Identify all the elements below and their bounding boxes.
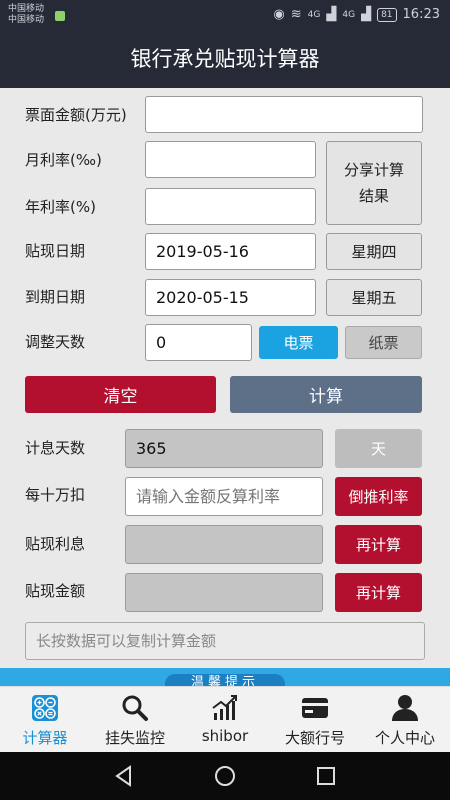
share-result-button[interactable]: 分享计算结果	[326, 141, 422, 225]
discount-weekday-button[interactable]: 星期四	[326, 233, 422, 270]
status-bar: 中国移动 中国移动 ◉ ≋ 4G ▟ 4G ▟ 81 16:23	[0, 0, 450, 30]
tip-banner-label: 温馨提示	[165, 674, 285, 686]
network-badge-2: 4G	[342, 9, 356, 20]
recents-icon[interactable]	[314, 764, 338, 788]
tip-banner[interactable]: 温馨提示	[0, 668, 450, 686]
tab-bank-codes[interactable]: 大额行号	[270, 687, 360, 753]
home-icon[interactable]	[213, 764, 237, 788]
tab-shibor-label: shibor	[201, 727, 249, 745]
back-icon[interactable]	[112, 764, 136, 788]
search-icon	[122, 695, 148, 721]
recalc-interest-button[interactable]: 再计算	[335, 525, 422, 564]
person-icon	[392, 695, 418, 721]
bottom-tab-bar: 计算器 挂失监控 shibor 大额行号 个人中心	[0, 686, 450, 753]
clock: 16:23	[402, 7, 440, 22]
due-date-label: 到期日期	[25, 288, 86, 306]
carrier-label-2: 中国移动	[8, 15, 45, 25]
annual-rate-label: 年利率(%)	[25, 198, 96, 216]
tab-loss-monitor-label: 挂失监控	[104, 729, 165, 747]
tab-profile-label: 个人中心	[374, 729, 435, 747]
chart-icon	[212, 695, 237, 720]
calculator-form: 票面金额(万元) 月利率(‰) 分享计算结果 年利率(%) 贴现日期 2019-…	[0, 88, 450, 668]
signal-icon-2: ▟	[361, 7, 372, 22]
discount-date-input[interactable]: 2019-05-16	[145, 233, 316, 270]
days-unit-button[interactable]: 天	[335, 429, 422, 468]
discount-amount-output	[125, 573, 323, 612]
interest-days-output: 365	[125, 429, 323, 468]
monthly-rate-input[interactable]	[145, 141, 316, 178]
face-amount-input[interactable]	[145, 96, 423, 133]
per-100k-input[interactable]	[125, 477, 323, 516]
tab-bank-codes-label: 大额行号	[284, 729, 345, 747]
network-badge-1: 4G	[307, 9, 321, 20]
carrier-label-1: 中国移动	[8, 4, 45, 14]
wifi-icon: ≋	[290, 7, 302, 22]
card-icon	[302, 698, 328, 718]
discount-amount-label: 贴现金额	[25, 582, 86, 600]
monthly-rate-label: 月利率(‰)	[25, 151, 102, 169]
tab-calculator-label: 计算器	[22, 729, 68, 747]
discount-date-label: 贴现日期	[25, 242, 86, 260]
calculate-button[interactable]: 计算	[230, 376, 422, 413]
tab-calculator[interactable]: 计算器	[0, 687, 90, 753]
per-100k-label: 每十万扣	[25, 486, 86, 504]
recalc-amount-button[interactable]: 再计算	[335, 573, 422, 612]
e-bill-button[interactable]: 电票	[259, 326, 338, 359]
face-amount-label: 票面金额(万元)	[25, 106, 127, 124]
sim-icon	[55, 11, 65, 21]
annual-rate-input[interactable]	[145, 188, 316, 225]
adjust-days-input[interactable]: 0	[145, 324, 252, 361]
calculator-icon	[32, 695, 58, 721]
signal-icon-1: ▟	[326, 7, 337, 22]
reverse-rate-button[interactable]: 倒推利率	[335, 477, 422, 516]
eye-icon: ◉	[273, 7, 285, 22]
discount-interest-label: 贴现利息	[25, 535, 86, 553]
adjust-days-label: 调整天数	[25, 333, 86, 351]
tab-profile[interactable]: 个人中心	[360, 687, 450, 753]
battery-icon: 81	[377, 7, 397, 22]
due-date-input[interactable]: 2020-05-15	[145, 279, 316, 316]
copy-hint-box[interactable]: 长按数据可以复制计算金额	[25, 622, 425, 660]
app-title: 银行承兑贴现计算器	[0, 30, 450, 88]
interest-days-label: 计息天数	[25, 439, 86, 457]
due-weekday-button[interactable]: 星期五	[326, 279, 422, 316]
system-nav-bar	[0, 752, 450, 800]
clear-button[interactable]: 清空	[25, 376, 216, 413]
tab-loss-monitor[interactable]: 挂失监控	[90, 687, 180, 753]
paper-bill-button[interactable]: 纸票	[345, 326, 422, 359]
status-icons: ◉ ≋ 4G ▟ 4G ▟ 81 16:23	[273, 7, 440, 22]
tab-shibor[interactable]: shibor	[180, 687, 270, 753]
discount-interest-output	[125, 525, 323, 564]
